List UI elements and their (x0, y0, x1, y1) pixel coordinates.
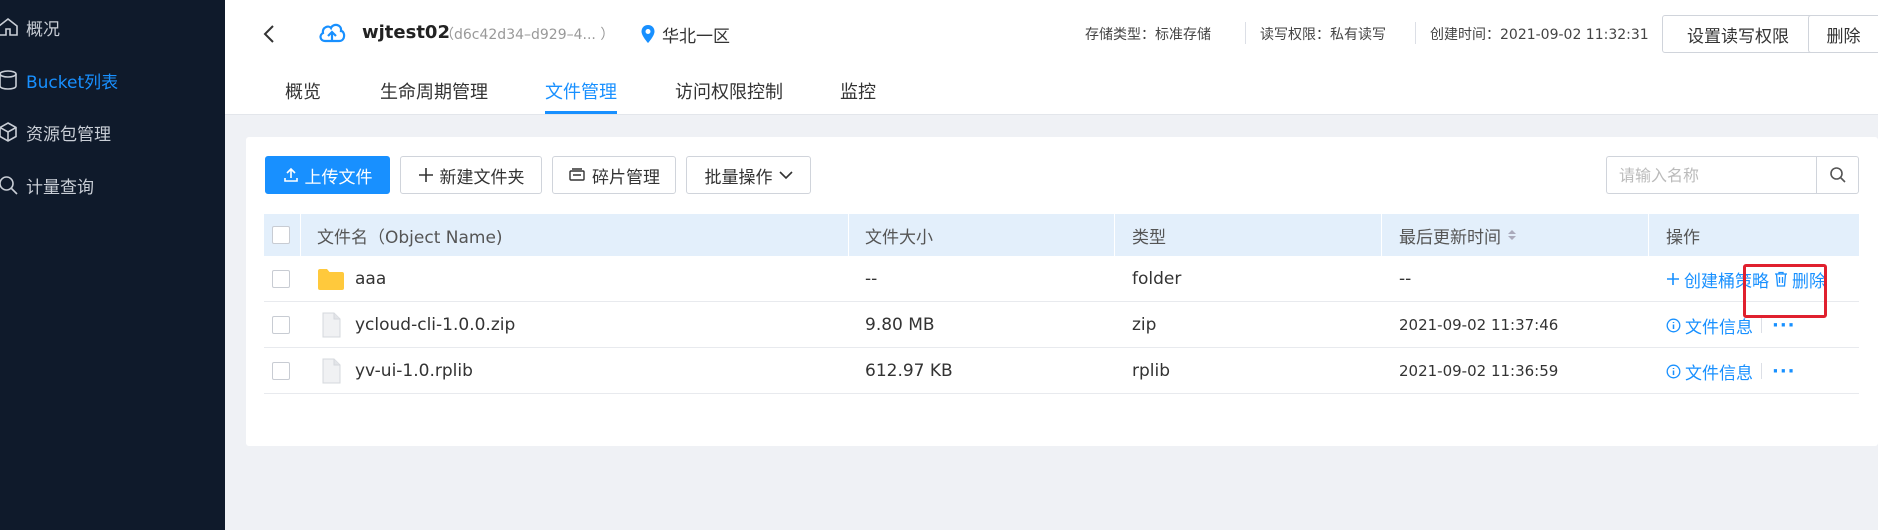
table-row: aaa -- folder -- 创建桶策略 删除 (264, 256, 1859, 302)
row-checkbox[interactable] (272, 270, 290, 288)
file-size: 9.80 MB (865, 315, 935, 335)
divider (1761, 317, 1762, 333)
delete-bucket-button[interactable]: 删除 (1808, 15, 1878, 53)
file-info-link[interactable]: 文件信息 (1666, 302, 1753, 348)
file-updated: 2021-09-02 11:37:46 (1399, 316, 1559, 334)
sidebar-item-label: 概况 (26, 19, 60, 40)
info-icon (1666, 364, 1681, 378)
column-header-updated[interactable]: 最后更新时间 (1399, 214, 1517, 256)
column-divider (848, 214, 849, 256)
tab-file-management[interactable]: 文件管理 (545, 78, 617, 114)
file-panel: 上传文件 新建文件夹 碎片管理 批量操作 文件名（Object Name) 文件… (246, 137, 1878, 446)
sidebar-item-label: Bucket列表 (26, 72, 119, 93)
row-checkbox[interactable] (272, 362, 290, 380)
set-permission-button[interactable]: 设置读写权限 (1662, 15, 1814, 53)
tab-overview[interactable]: 概览 (285, 78, 321, 114)
home-icon (0, 13, 22, 41)
file-icon (322, 312, 341, 338)
search-icon (0, 171, 22, 199)
cloud-upload-icon (319, 23, 346, 43)
tab-bar: 概览 生命周期管理 文件管理 访问权限控制 监控 (225, 78, 1878, 114)
file-icon (322, 358, 341, 384)
fragment-icon (569, 168, 585, 181)
file-type: rplib (1132, 361, 1171, 381)
file-type: zip (1132, 315, 1157, 335)
plus-icon (418, 168, 433, 182)
bucket-name: wjtest02 (362, 22, 450, 43)
more-options-icon[interactable]: ··· (1772, 348, 1796, 394)
file-updated: -- (1399, 269, 1412, 289)
upload-button[interactable]: 上传文件 (265, 156, 390, 194)
batch-label: 批量操作 (704, 167, 773, 188)
column-header-type: 类型 (1132, 227, 1166, 248)
highlight-box (1743, 264, 1827, 318)
bucket-icon (0, 66, 22, 94)
fragment-label: 碎片管理 (592, 167, 660, 188)
select-all-checkbox[interactable] (272, 226, 290, 244)
file-name-cell[interactable]: aaa (317, 256, 386, 302)
column-divider (1381, 214, 1382, 256)
search-input[interactable] (1606, 156, 1816, 194)
sidebar-item-bucket-list[interactable]: Bucket列表 (0, 60, 225, 100)
sidebar-item-metering[interactable]: 计量查询 (0, 165, 225, 205)
sidebar-item-label: 资源包管理 (26, 124, 111, 145)
sidebar-item-package[interactable]: 资源包管理 (0, 112, 225, 152)
column-divider (300, 214, 301, 256)
sidebar-item-label: 计量查询 (26, 177, 94, 198)
file-updated: 2021-09-02 11:36:59 (1399, 362, 1559, 380)
file-info-label: 文件信息 (1685, 363, 1753, 384)
location-icon (641, 25, 655, 43)
sidebar-item-overview[interactable]: 概况 (0, 7, 225, 47)
updated-label: 最后更新时间 (1399, 227, 1501, 248)
upload-icon (283, 167, 298, 182)
tab-access-control[interactable]: 访问权限控制 (675, 78, 783, 114)
batch-dropdown[interactable]: 批量操作 (686, 156, 811, 194)
plus-icon (1667, 273, 1679, 285)
upload-label: 上传文件 (304, 167, 373, 188)
rw-permission: 读写权限：私有读写 (1260, 27, 1386, 43)
file-name: ycloud-cli-1.0.0.zip (355, 315, 516, 335)
column-divider (1114, 214, 1115, 256)
file-name-cell[interactable]: ycloud-cli-1.0.0.zip (317, 302, 515, 348)
new-folder-label: 新建文件夹 (439, 167, 525, 188)
created-time: 创建时间：2021-09-02 11:32:31 (1430, 27, 1649, 43)
tab-monitoring[interactable]: 监控 (840, 78, 876, 114)
table-row: ycloud-cli-1.0.0.zip 9.80 MB zip 2021-09… (264, 302, 1859, 348)
storage-type: 存储类型：标准存储 (1085, 27, 1211, 43)
divider (1415, 22, 1416, 44)
sort-icon[interactable] (1507, 228, 1517, 242)
row-checkbox[interactable] (272, 316, 290, 334)
bucket-id: （d6c42d34–d929–4... ） (440, 27, 615, 43)
search-icon (1829, 167, 1846, 183)
file-size: -- (865, 269, 878, 289)
table-row: yv-ui-1.0.rplib 612.97 KB rplib 2021-09-… (264, 348, 1859, 394)
file-name-cell[interactable]: yv-ui-1.0.rplib (317, 348, 473, 394)
folder-icon (318, 269, 344, 290)
file-name: aaa (355, 269, 387, 289)
back-icon[interactable] (255, 20, 283, 48)
column-header-actions: 操作 (1666, 227, 1700, 248)
column-header-name: 文件名（Object Name) (317, 227, 503, 248)
tab-lifecycle[interactable]: 生命周期管理 (380, 78, 488, 114)
file-size: 612.97 KB (865, 361, 953, 381)
region-label: 华北一区 (662, 27, 730, 47)
page-header: wjtest02 （d6c42d34–d929–4... ） 华北一区 存储类型… (225, 0, 1878, 115)
file-type: folder (1132, 269, 1182, 289)
info-icon (1666, 318, 1681, 332)
file-name: yv-ui-1.0.rplib (355, 361, 473, 381)
sidebar: 概况 Bucket列表 资源包管理 计量查询 (0, 0, 225, 530)
package-icon (0, 118, 22, 146)
file-info-link[interactable]: 文件信息 (1666, 348, 1753, 394)
fragment-button[interactable]: 碎片管理 (552, 156, 676, 194)
chevron-down-icon (778, 171, 793, 180)
table-header: 文件名（Object Name) 文件大小 类型 最后更新时间 操作 (264, 214, 1859, 256)
column-divider (1648, 214, 1649, 256)
column-header-size: 文件大小 (865, 227, 933, 248)
new-folder-button[interactable]: 新建文件夹 (400, 156, 542, 194)
search-button[interactable] (1816, 156, 1859, 194)
divider (1245, 22, 1246, 44)
divider (1761, 363, 1762, 379)
